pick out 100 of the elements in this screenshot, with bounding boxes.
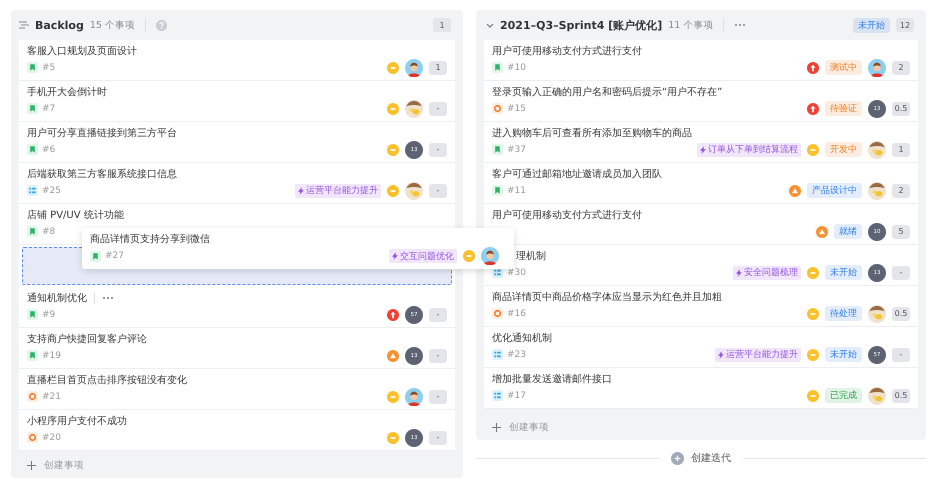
estimate-badge: 1 [892,142,910,157]
issue-title: 小程序用户支付不成功 [27,414,127,428]
estimate-badge: - [429,430,447,445]
avatar [868,58,886,77]
triangle-circle-icon [789,184,801,197]
issue-id: #20 [42,432,61,443]
issue-id: #6 [42,144,56,155]
status-tag: 已完成 [825,388,862,404]
estimate-badge: - [429,390,447,404]
minus-circle-icon [387,184,399,197]
issue-id: #23 [507,350,526,360]
arrow-up-circle-icon [807,62,819,74]
bookmark-icon [27,103,38,114]
epic-name: 交互问题优化 [400,250,454,263]
status-tag: 产品设计中 [807,183,862,198]
chevron-down-icon[interactable] [486,22,494,28]
estimate-badge: 1 [429,60,447,75]
issue-id: #5 [42,62,56,73]
issue-count: 15 个事项 [90,18,135,32]
issue-title: 商品详情页中商品价格字体应当显示为红色并且加粗 [492,290,722,304]
issue-title: 用户可使用移动支付方式进行支付 [492,44,642,58]
issue-title: 店铺 PV/UV 统计功能 [27,208,124,222]
issue-id: #21 [42,392,61,402]
list-icon [27,185,38,196]
estimate-badge: 0.5 [892,388,910,403]
issue-title: 理机制 [515,250,546,263]
issue-title: 客服入口规划及页面设计 [27,44,137,58]
bookmark-icon [27,62,38,74]
column-title: Backlog [35,18,84,32]
issue-card[interactable]: 用户可使用移动支付方式进行支付 #10 测试中 2 [484,40,918,81]
count-badge: 12 [896,18,914,32]
estimate-badge: 5 [892,224,910,239]
arrow-up-circle-icon [807,102,819,115]
issue-title: 支持商户快捷回复客户评论 [27,332,147,346]
estimate-badge: - [429,142,447,157]
estimate-badge: 2 [892,60,910,75]
minus-circle-icon [807,144,819,156]
triangle-circle-icon [816,226,828,238]
lightning-icon [392,252,398,260]
estimate-badge: - [429,308,447,322]
minus-circle-icon [807,390,819,402]
list-icon [492,349,503,360]
issue-title: 用户可使用移动支付方式进行支付 [492,208,642,222]
more-icon[interactable] [102,296,114,300]
issue-id: #27 [105,251,124,262]
bookmark-icon [27,309,38,320]
bookmark-icon [90,250,101,262]
issue-title: 直播栏目首页点击排序按钮没有变化 [27,374,187,387]
issue-id: #30 [507,268,526,278]
column-title: 2021–Q3–Sprint4 [账户优化] [500,18,662,32]
issue-title: 手机开大会倒计时 [27,86,107,99]
issue-id: #8 [42,226,56,237]
minus-circle-icon [387,390,399,403]
count-badge: 1 [433,18,451,32]
minus-circle-icon [387,62,399,74]
estimate-badge: - [892,266,910,280]
avatar [868,386,886,405]
plus-icon [492,422,501,432]
lightning-icon [718,350,724,359]
estimate-badge: 2 [892,184,910,198]
minus-circle-icon [807,266,819,279]
minus-circle-icon [387,144,399,156]
issue-card[interactable]: 客服入口规划及页面设计 #5 1 [19,40,455,81]
list-icon [492,390,503,402]
ring-icon [27,391,38,402]
issue-id: #15 [507,104,526,114]
minus-circle-icon [387,102,399,115]
minus-circle-icon [463,250,475,262]
estimate-badge: - [429,184,447,198]
issue-id: #10 [507,62,526,73]
dragged-card-overlay[interactable]: 商品详情页支持分享到微信 #27 交互问题优化 [82,228,514,269]
lightning-icon [736,268,742,277]
issue-title: 通知机制优化 [27,292,87,305]
bookmark-icon [27,350,38,362]
issue-title: 优化通知机制 [492,332,552,345]
lightning-icon [298,186,304,195]
status-tag: 待验证 [825,101,862,116]
issue-id: #17 [507,390,526,401]
issue-id: #19 [42,350,61,361]
issue-title: 后端获取第三方客服系统接口信息 [27,168,177,181]
estimate-badge: 0.5 [892,306,910,321]
estimate-badge: 0.5 [892,102,910,116]
avatar [868,304,886,323]
issue-id: #7 [42,104,56,114]
issue-id: #25 [42,186,61,196]
issue-title: 进入购物车后可查看所有添加至购物车的商品 [492,126,692,140]
lightning-icon [700,146,706,154]
issue-title: 增加批量发送邀请邮件接口 [492,372,612,386]
ring-icon [27,432,38,444]
bookmark-icon [27,226,38,238]
issue-title: 用户可分享直播链接到第三方平台 [27,126,177,140]
bookmark-icon [492,62,503,74]
epic-name: 运营平台能力提升 [726,348,798,362]
status-tag: 未开始 [853,18,890,32]
avatar [868,182,886,200]
status-tag: 待处理 [825,306,862,322]
more-icon[interactable] [734,23,746,27]
create-sprint-button[interactable]: 创建迭代 [667,451,735,465]
issue-title: 客户可通过邮箱地址邀请成员加入团队 [492,168,662,181]
issue-id: #9 [42,310,56,320]
